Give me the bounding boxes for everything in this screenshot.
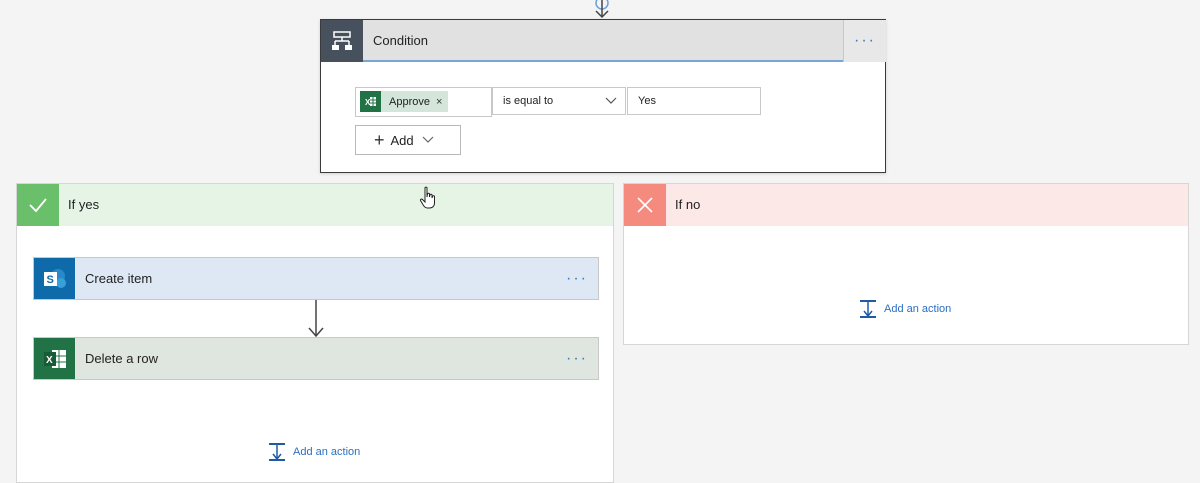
create-item-title: Create item — [85, 271, 153, 286]
more-icon: ··· — [854, 32, 876, 49]
token-label: Approve — [389, 95, 430, 108]
if-no-header[interactable]: If no — [624, 184, 1188, 226]
operator-select[interactable]: is equal to — [492, 87, 626, 115]
add-action-icon — [269, 443, 285, 461]
plus-icon: + — [374, 130, 385, 150]
close-icon — [624, 184, 666, 226]
condition-icon — [321, 20, 363, 62]
condition-card: Condition ··· X Approve × is equal to Ye… — [320, 19, 886, 173]
if-yes-add-action-button[interactable]: Add an action — [267, 442, 360, 462]
create-item-action-card[interactable]: S Create item ··· — [33, 257, 599, 300]
delete-row-title: Delete a row — [85, 351, 158, 366]
if-yes-title: If yes — [68, 197, 100, 212]
if-no-branch: If no Add an action — [623, 183, 1189, 345]
approve-token[interactable]: X Approve × — [360, 91, 449, 112]
add-action-icon — [860, 300, 876, 318]
add-button[interactable]: + Add — [355, 125, 461, 155]
svg-text:S: S — [46, 274, 53, 286]
excel-icon: X — [360, 91, 381, 112]
add-action-label: Add an action — [884, 303, 952, 315]
top-connector-arrow-icon — [595, 0, 609, 19]
excel-icon: X — [34, 338, 75, 379]
condition-header[interactable]: Condition ··· — [321, 20, 886, 62]
token-remove-icon[interactable]: × — [436, 96, 442, 108]
if-yes-header[interactable]: If yes — [17, 184, 613, 226]
add-action-label: Add an action — [293, 446, 361, 458]
connector-arrow-icon — [308, 300, 324, 338]
create-item-more-icon[interactable]: ··· — [566, 258, 588, 299]
if-no-title: If no — [675, 197, 701, 212]
if-yes-branch: If yes S Create item ··· X Delete a row … — [16, 183, 614, 483]
chevron-down-icon — [605, 97, 617, 104]
svg-text:X: X — [46, 355, 53, 366]
hand-cursor-icon — [419, 186, 435, 209]
operator-value: is equal to — [503, 95, 554, 107]
sharepoint-icon: S — [34, 258, 75, 299]
condition-value-input[interactable]: Yes — [627, 87, 761, 115]
chevron-down-icon — [422, 136, 434, 143]
condition-title: Condition — [373, 33, 428, 48]
delete-row-action-card[interactable]: X Delete a row ··· — [33, 337, 599, 380]
if-no-add-action-button[interactable]: Add an action — [858, 299, 951, 319]
checkmark-icon — [17, 184, 59, 226]
condition-header-underline — [363, 60, 843, 62]
condition-left-operand-field[interactable]: X Approve × — [355, 87, 492, 117]
delete-row-more-icon[interactable]: ··· — [566, 338, 588, 379]
condition-more-button[interactable]: ··· — [843, 20, 886, 62]
svg-text:X: X — [365, 98, 371, 107]
add-button-label: Add — [390, 132, 414, 148]
